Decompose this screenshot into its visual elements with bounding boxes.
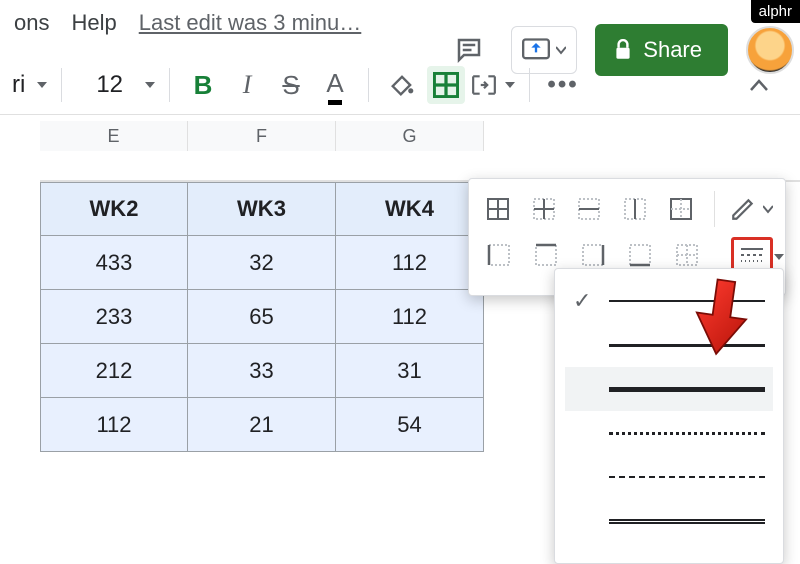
border-style-option[interactable] [565, 323, 773, 367]
italic-button[interactable]: I [228, 66, 266, 104]
cell[interactable]: 65 [188, 290, 336, 344]
border-horizontal-icon[interactable] [573, 191, 607, 227]
share-label: Share [643, 37, 702, 63]
cell[interactable]: 21 [188, 398, 336, 452]
cell[interactable]: 33 [188, 344, 336, 398]
col-header[interactable]: E [40, 121, 188, 151]
cell[interactable]: 212 [40, 344, 188, 398]
border-color-button[interactable] [725, 191, 761, 227]
share-button[interactable]: Share [595, 24, 728, 76]
border-all-icon[interactable] [481, 191, 515, 227]
chevron-down-icon [556, 45, 566, 55]
check-icon: ✓ [573, 288, 595, 314]
cell[interactable]: 31 [336, 344, 484, 398]
col-header[interactable]: F [188, 121, 336, 151]
bold-button[interactable]: B [184, 66, 222, 104]
cell[interactable]: 32 [188, 236, 336, 290]
cell[interactable]: 233 [40, 290, 188, 344]
text-color-button[interactable]: A [316, 66, 354, 104]
chevron-down-icon [763, 204, 773, 214]
cell[interactable]: WK3 [188, 182, 336, 236]
border-outer-icon[interactable] [664, 191, 698, 227]
border-left-icon[interactable] [481, 237, 516, 273]
fill-color-button[interactable] [383, 66, 421, 104]
strike-button[interactable]: S [272, 66, 310, 104]
cell[interactable]: 112 [336, 290, 484, 344]
font-family-dropdown[interactable]: ri [8, 66, 47, 104]
cell[interactable]: 112 [40, 398, 188, 452]
cell[interactable]: WK4 [336, 182, 484, 236]
border-style-option[interactable] [565, 455, 773, 499]
border-inner-icon[interactable] [527, 191, 561, 227]
last-edit-link[interactable]: Last edit was 3 minu… [139, 10, 362, 36]
column-headers: E F G [40, 121, 800, 151]
merge-cells-button[interactable] [471, 66, 515, 104]
cell[interactable]: 112 [336, 236, 484, 290]
more-tools-button[interactable]: ••• [544, 66, 582, 104]
border-style-option[interactable] [565, 411, 773, 455]
cell[interactable]: 54 [336, 398, 484, 452]
lock-icon [613, 39, 633, 61]
font-size-dropdown[interactable]: 12 [76, 66, 155, 104]
border-style-option[interactable] [565, 367, 773, 411]
collapse-toolbar-button[interactable] [748, 66, 786, 104]
borders-button[interactable] [427, 66, 465, 104]
border-style-option[interactable]: ✓ [565, 279, 773, 323]
cell[interactable]: 433 [40, 236, 188, 290]
border-style-panel: ✓ [554, 268, 784, 564]
border-vertical-icon[interactable] [618, 191, 652, 227]
cell[interactable]: WK2 [40, 182, 188, 236]
menu-item-extensions[interactable]: ons [14, 10, 49, 36]
watermark-badge: alphr [751, 0, 800, 23]
menu-item-help[interactable]: Help [71, 10, 116, 36]
col-header[interactable]: G [336, 121, 484, 151]
border-style-option[interactable] [565, 499, 773, 543]
